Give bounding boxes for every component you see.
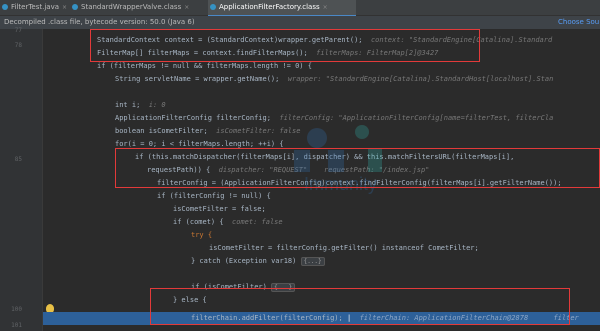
highlight-box-addfilter bbox=[150, 288, 570, 325]
close-icon[interactable]: × bbox=[184, 4, 189, 11]
code-line: try { bbox=[191, 231, 213, 239]
highlight-box-filtermaps bbox=[90, 29, 480, 62]
java-class-icon bbox=[210, 4, 216, 10]
line-number: 78 bbox=[14, 42, 22, 49]
decompiled-banner: Decompiled .class file, bytecode version… bbox=[0, 16, 600, 29]
editor-tab-bar: FilterTest.java × StandardWrapperValve.cl… bbox=[0, 0, 600, 17]
java-class-icon bbox=[72, 4, 78, 10]
line-number: 85 bbox=[14, 156, 22, 163]
code-line: isCometFilter = filterConfig.getFilter()… bbox=[209, 244, 479, 252]
tab-filtertest[interactable]: FilterTest.java × bbox=[0, 0, 67, 15]
highlight-box-matchdispatcher bbox=[115, 148, 600, 188]
line-number: 100 bbox=[11, 306, 22, 313]
code-line: if (comet) { comet: false bbox=[173, 218, 283, 226]
code-line: isCometFilter = false; bbox=[173, 205, 266, 213]
code-line: String servletName = wrapper.getName(); … bbox=[115, 75, 554, 83]
close-icon[interactable]: × bbox=[323, 4, 328, 11]
tab-standardwrappervalve[interactable]: StandardWrapperValve.class × bbox=[70, 0, 198, 15]
banner-message: Decompiled .class file, bytecode version… bbox=[4, 18, 195, 26]
code-line: } catch (Exception var18) {...} bbox=[43, 255, 600, 268]
code-line: int i; i: 0 bbox=[115, 101, 166, 109]
line-gutter: 77 78 85 100 101 bbox=[0, 27, 43, 331]
line-number: 101 bbox=[11, 322, 22, 329]
folded-code-block[interactable]: {...} bbox=[300, 256, 325, 266]
close-icon[interactable]: × bbox=[62, 4, 67, 11]
java-class-icon bbox=[2, 4, 8, 10]
tab-applicationfilterfactory[interactable]: ApplicationFilterFactory.class × bbox=[208, 0, 356, 17]
choose-sources-link[interactable]: Choose Sou bbox=[558, 16, 599, 29]
line-number: 77 bbox=[14, 27, 22, 34]
